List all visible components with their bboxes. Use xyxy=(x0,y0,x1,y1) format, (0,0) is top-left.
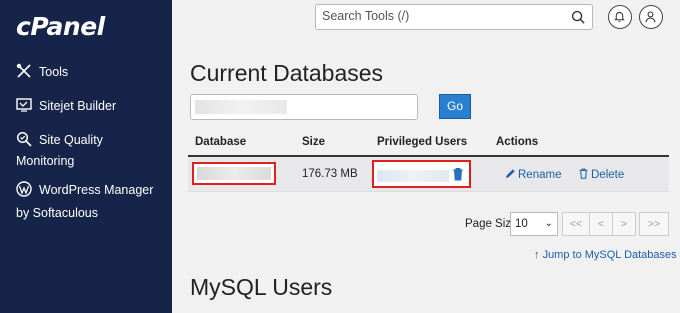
tools-icon xyxy=(16,63,32,79)
notifications-button[interactable] xyxy=(608,5,632,29)
go-button[interactable]: Go xyxy=(439,94,471,119)
main-content: Search Tools (/) Current Databases Go Da… xyxy=(172,0,680,313)
page-size-select[interactable]: 10 ⌄ xyxy=(510,212,558,236)
page-title: Current Databases xyxy=(190,60,384,86)
sidebar-item-label: WordPress Manager xyxy=(39,183,154,197)
chevron-down-icon: ⌄ xyxy=(544,218,553,229)
sidebar-item-wordpress[interactable]: WordPress Manager xyxy=(16,180,153,201)
bell-icon xyxy=(614,11,625,22)
jump-to-mysql-link[interactable]: ↑ Jump to MySQL Databases xyxy=(534,249,677,261)
delete-button[interactable]: Delete xyxy=(578,168,624,181)
search-placeholder: Search Tools (/) xyxy=(322,9,410,23)
sidebar-item-tools[interactable]: Tools xyxy=(16,62,68,83)
jump-link-label: Jump to MySQL Databases xyxy=(542,249,677,261)
sitejet-icon xyxy=(16,97,32,113)
user-menu-button[interactable] xyxy=(639,5,663,29)
redacted-value xyxy=(195,100,287,114)
search-input[interactable]: Search Tools (/) xyxy=(315,4,593,30)
first-page-button[interactable]: << xyxy=(562,212,590,236)
database-name-cell xyxy=(192,162,276,185)
next-page-button[interactable]: > xyxy=(612,212,636,236)
column-header-actions: Actions xyxy=(496,136,539,148)
redacted-value xyxy=(197,167,271,180)
prev-page-button[interactable]: < xyxy=(589,212,613,236)
rename-button[interactable]: Rename xyxy=(505,168,561,181)
column-header-size[interactable]: Size xyxy=(302,136,325,148)
section-title-mysql-users: MySQL Users xyxy=(190,274,333,300)
cpanel-logo[interactable]: cPanel xyxy=(16,12,105,41)
sidebar-item-label-cont[interactable]: Monitoring xyxy=(16,151,74,172)
last-page-button[interactable]: >> xyxy=(639,212,669,236)
wordpress-icon xyxy=(16,181,32,197)
sidebar-item-label: Sitejet Builder xyxy=(39,99,117,113)
privileged-user-cell xyxy=(372,160,471,188)
user-icon xyxy=(645,11,656,23)
database-size: 176.73 MB xyxy=(302,168,358,180)
sidebar-item-site-quality[interactable]: Site Quality xyxy=(16,130,103,151)
column-header-database[interactable]: Database xyxy=(195,136,246,148)
sidebar-item-label: Tools xyxy=(39,65,69,79)
page-size-value: 10 xyxy=(515,218,528,230)
rename-label: Rename xyxy=(518,169,562,181)
delete-label: Delete xyxy=(591,169,625,181)
search-icon xyxy=(571,10,585,24)
column-header-privileged-users[interactable]: Privileged Users xyxy=(377,136,467,148)
redacted-user-link[interactable] xyxy=(377,170,449,182)
top-bar: Search Tools (/) xyxy=(172,0,680,36)
sidebar-item-label: Site Quality xyxy=(39,133,103,147)
sidebar-item-sitejet[interactable]: Sitejet Builder xyxy=(16,96,116,117)
database-search-input[interactable] xyxy=(190,94,418,120)
trash-icon xyxy=(579,168,588,179)
pencil-icon xyxy=(505,169,515,179)
sidebar-item-label-cont[interactable]: by Softaculous xyxy=(16,203,98,224)
arrow-up-icon: ↑ xyxy=(534,249,540,261)
site-quality-icon xyxy=(16,131,32,147)
trash-icon[interactable] xyxy=(452,167,464,181)
sidebar: cPanel Tools Sitejet Builder Site Qualit… xyxy=(0,0,172,313)
